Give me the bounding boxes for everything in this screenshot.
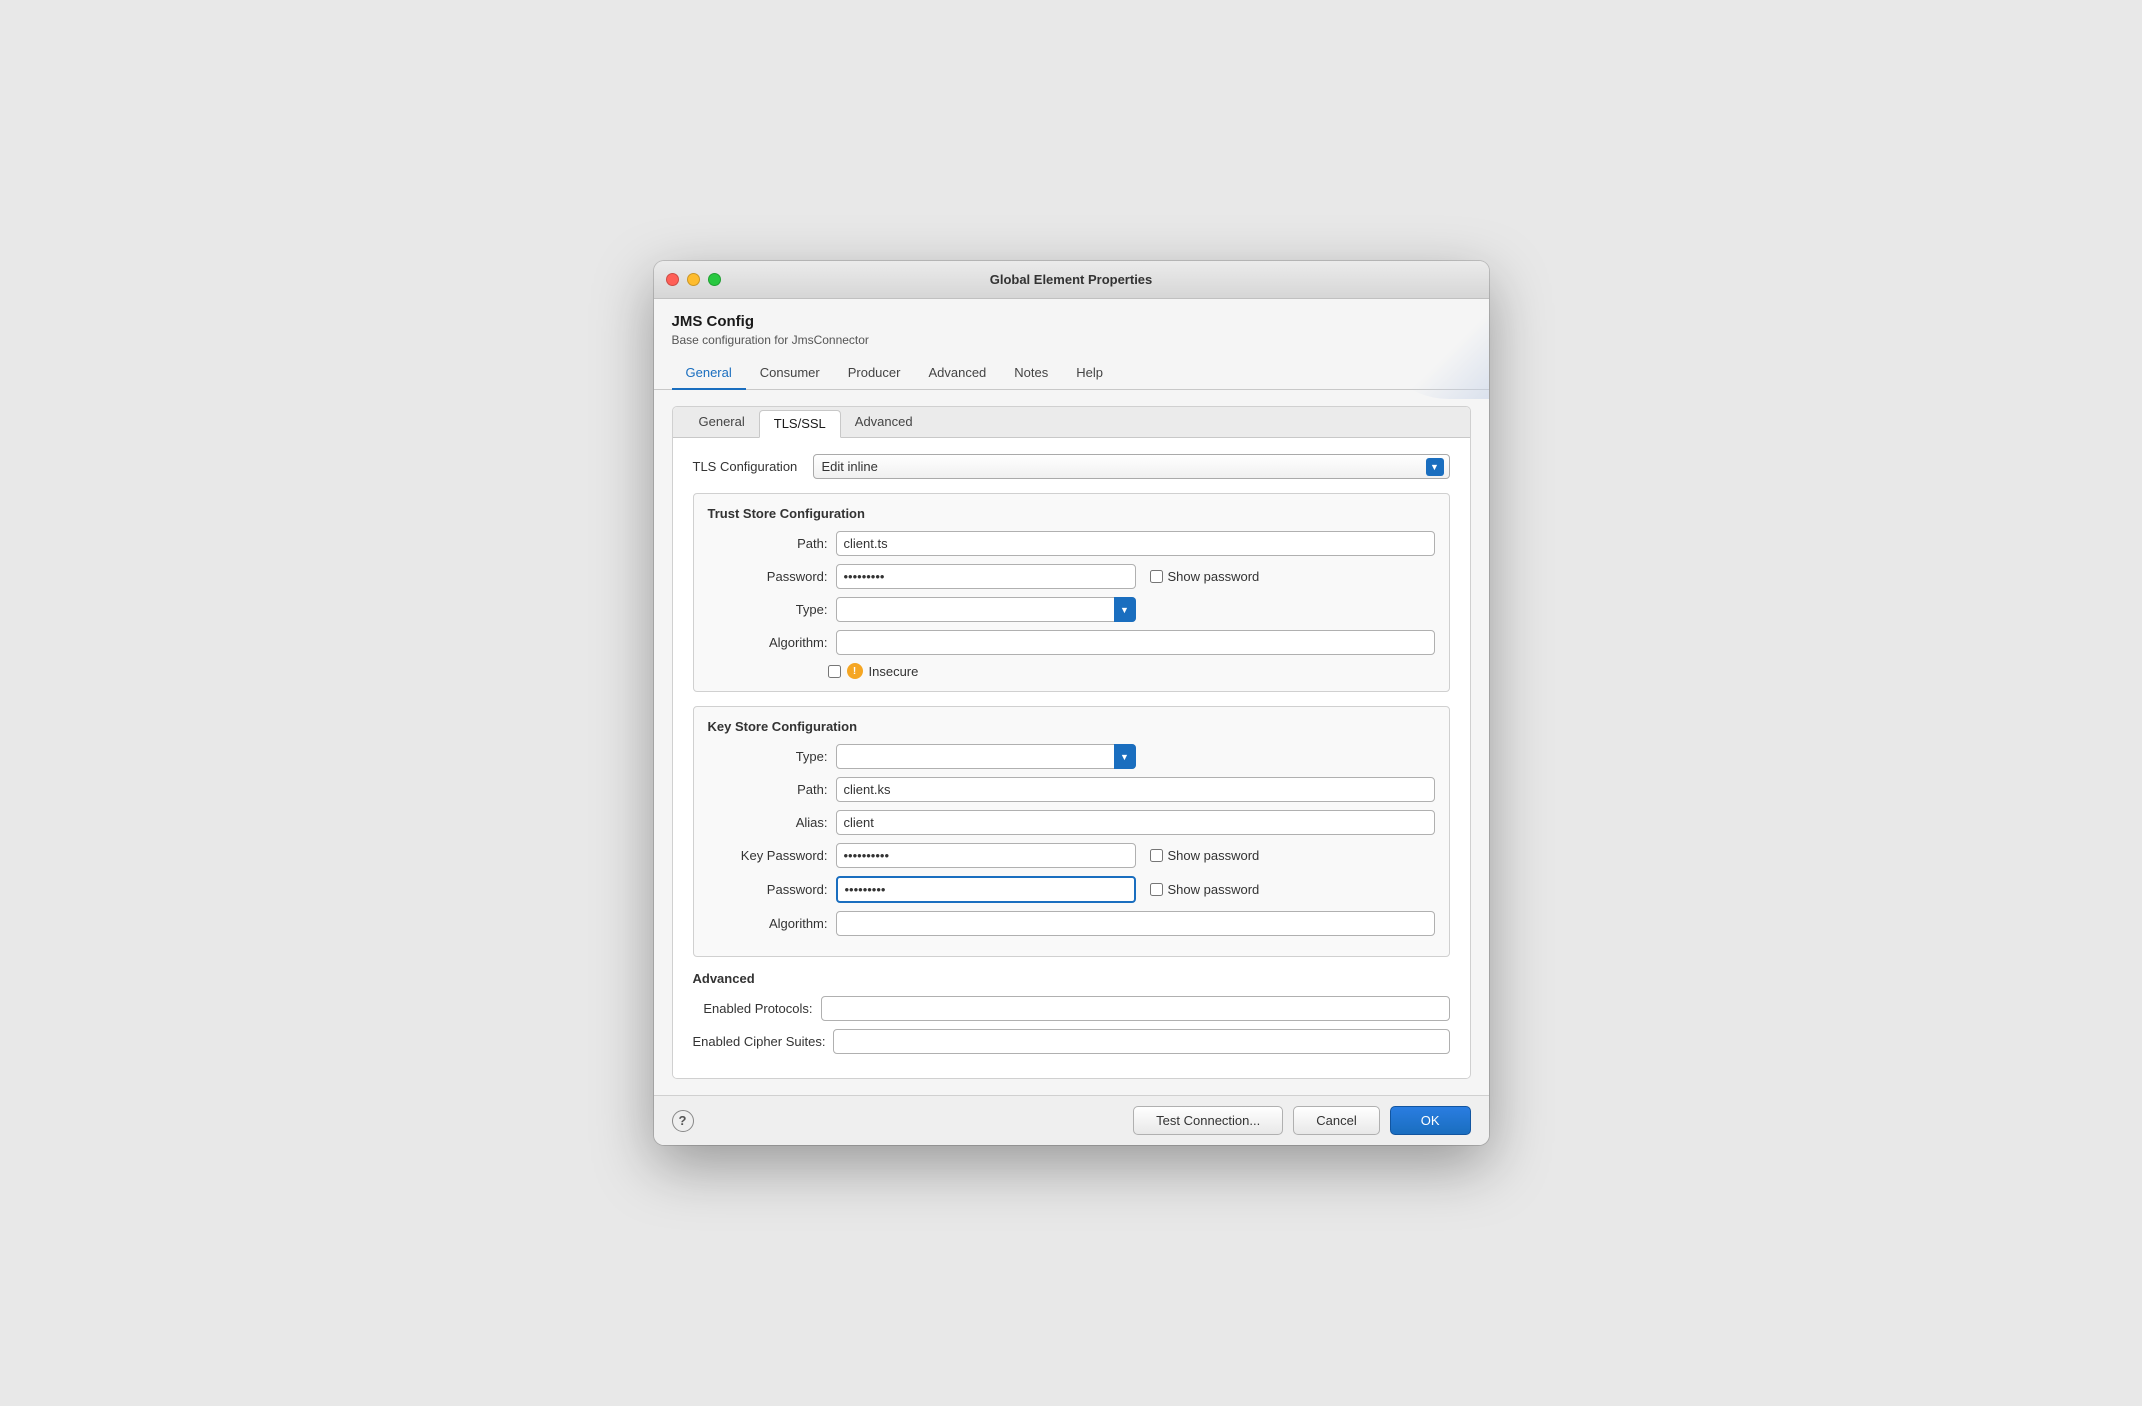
ks-show-password-checkbox[interactable]	[1150, 883, 1163, 896]
trust-type-select[interactable]	[836, 597, 1136, 622]
enabled-cipher-suites-row: Enabled Cipher Suites:	[693, 1029, 1450, 1054]
test-connection-button[interactable]: Test Connection...	[1133, 1106, 1283, 1135]
insecure-row: ! Insecure	[828, 663, 1435, 679]
trust-store-section: Trust Store Configuration Path: Password…	[693, 493, 1450, 692]
warning-icon: !	[847, 663, 863, 679]
inner-tabs: General TLS/SSL Advanced	[673, 407, 1470, 438]
window-title: Global Element Properties	[990, 272, 1153, 287]
tab-general[interactable]: General	[672, 357, 746, 390]
key-show-password-label: Show password	[1168, 848, 1260, 863]
tab-help[interactable]: Help	[1062, 357, 1117, 390]
tab-inner-advanced[interactable]: Advanced	[841, 407, 927, 438]
advanced-section: Advanced Enabled Protocols: Enabled Ciph…	[693, 971, 1450, 1054]
header-section: JMS Config Base configuration for JmsCon…	[654, 299, 1489, 357]
main-content: General TLS/SSL Advanced TLS Configurati…	[654, 390, 1489, 1095]
key-password-label: Key Password:	[708, 848, 828, 863]
key-path-row: Path:	[708, 777, 1435, 802]
tab-advanced[interactable]: Advanced	[914, 357, 1000, 390]
trust-path-label: Path:	[708, 536, 828, 551]
enabled-protocols-row: Enabled Protocols:	[693, 996, 1450, 1021]
app-title: JMS Config	[672, 313, 1471, 330]
trust-type-dropdown-btn[interactable]	[1114, 597, 1136, 622]
cancel-button[interactable]: Cancel	[1293, 1106, 1379, 1135]
trust-show-password-group: Show password	[1150, 569, 1260, 584]
footer-left: ?	[672, 1110, 694, 1132]
help-button[interactable]: ?	[672, 1110, 694, 1132]
trust-password-label: Password:	[708, 569, 828, 584]
key-type-label: Type:	[708, 749, 828, 764]
trust-store-title: Trust Store Configuration	[708, 506, 1435, 521]
app-subtitle: Base configuration for JmsConnector	[672, 333, 1471, 347]
key-algorithm-input[interactable]	[836, 911, 1435, 936]
trust-type-label: Type:	[708, 602, 828, 617]
key-show-password-group: Show password	[1150, 848, 1260, 863]
trust-algorithm-label: Algorithm:	[708, 635, 828, 650]
advanced-title: Advanced	[693, 971, 1450, 986]
tab-inner-general[interactable]: General	[685, 407, 759, 438]
key-alias-label: Alias:	[708, 815, 828, 830]
window-controls	[666, 273, 721, 286]
key-store-password-row: Password: Show password	[708, 876, 1435, 903]
main-window: Global Element Properties JMS Config Bas…	[654, 261, 1489, 1145]
insecure-checkbox[interactable]	[828, 665, 841, 678]
inner-content: TLS Configuration Edit inline Trust Stor…	[673, 438, 1470, 1078]
tls-config-row: TLS Configuration Edit inline	[693, 454, 1450, 479]
key-store-password-input[interactable]	[836, 876, 1136, 903]
key-path-label: Path:	[708, 782, 828, 797]
key-type-dropdown-btn[interactable]	[1114, 744, 1136, 769]
trust-type-select-wrapper	[836, 597, 1136, 622]
enabled-protocols-label: Enabled Protocols:	[693, 1001, 813, 1016]
trust-path-row: Path:	[708, 531, 1435, 556]
key-show-password-checkbox[interactable]	[1150, 849, 1163, 862]
tab-consumer[interactable]: Consumer	[746, 357, 834, 390]
maximize-button[interactable]	[708, 273, 721, 286]
key-algorithm-row: Algorithm:	[708, 911, 1435, 936]
key-store-section: Key Store Configuration Type: Path:	[693, 706, 1450, 957]
titlebar: Global Element Properties	[654, 261, 1489, 299]
trust-show-password-checkbox[interactable]	[1150, 570, 1163, 583]
key-store-title: Key Store Configuration	[708, 719, 1435, 734]
trust-password-row: Password: Show password	[708, 564, 1435, 589]
footer: ? Test Connection... Cancel OK	[654, 1095, 1489, 1145]
trust-algorithm-input[interactable]	[836, 630, 1435, 655]
tab-notes[interactable]: Notes	[1000, 357, 1062, 390]
footer-right: Test Connection... Cancel OK	[1133, 1106, 1470, 1135]
ks-show-password-label: Show password	[1168, 882, 1260, 897]
inner-panel: General TLS/SSL Advanced TLS Configurati…	[672, 406, 1471, 1079]
outer-tabs: General Consumer Producer Advanced Notes…	[654, 357, 1489, 390]
tls-config-label: TLS Configuration	[693, 459, 803, 474]
key-alias-row: Alias:	[708, 810, 1435, 835]
tab-producer[interactable]: Producer	[834, 357, 915, 390]
enabled-protocols-input[interactable]	[821, 996, 1450, 1021]
tls-config-select-wrapper: Edit inline	[813, 454, 1450, 479]
key-alias-input[interactable]	[836, 810, 1435, 835]
tls-config-select[interactable]: Edit inline	[813, 454, 1450, 479]
trust-password-input[interactable]	[836, 564, 1136, 589]
ok-button[interactable]: OK	[1390, 1106, 1471, 1135]
trust-path-input[interactable]	[836, 531, 1435, 556]
enabled-cipher-suites-input[interactable]	[833, 1029, 1449, 1054]
minimize-button[interactable]	[687, 273, 700, 286]
insecure-label: Insecure	[869, 664, 919, 679]
key-password-input[interactable]	[836, 843, 1136, 868]
key-password-row: Key Password: Show password	[708, 843, 1435, 868]
ks-show-password-group: Show password	[1150, 882, 1260, 897]
key-type-select[interactable]	[836, 744, 1136, 769]
key-type-select-wrapper	[836, 744, 1136, 769]
key-algorithm-label: Algorithm:	[708, 916, 828, 931]
key-store-password-label: Password:	[708, 882, 828, 897]
key-path-input[interactable]	[836, 777, 1435, 802]
enabled-cipher-suites-label: Enabled Cipher Suites:	[693, 1034, 826, 1049]
trust-show-password-label: Show password	[1168, 569, 1260, 584]
trust-algorithm-row: Algorithm:	[708, 630, 1435, 655]
trust-type-row: Type:	[708, 597, 1435, 622]
key-type-row: Type:	[708, 744, 1435, 769]
tab-inner-tls-ssl[interactable]: TLS/SSL	[759, 410, 841, 438]
close-button[interactable]	[666, 273, 679, 286]
